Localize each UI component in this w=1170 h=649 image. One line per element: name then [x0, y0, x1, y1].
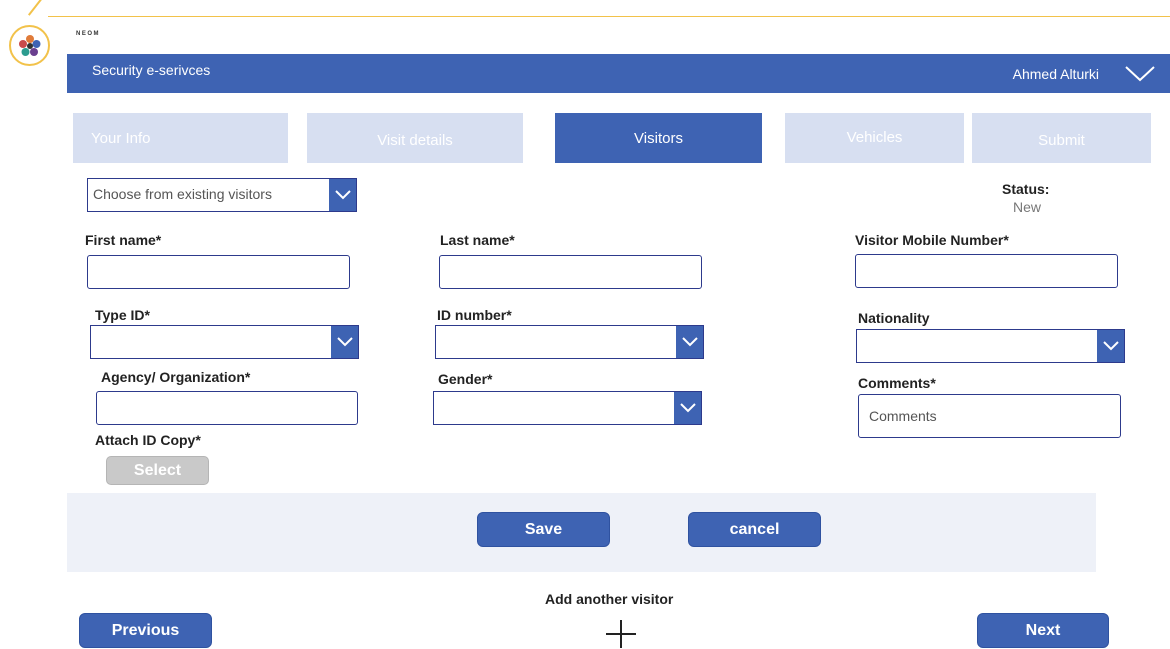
tab-label: Visitors: [634, 129, 683, 147]
tab-visitors[interactable]: Visitors: [555, 113, 762, 163]
chevron-down-icon[interactable]: [329, 179, 356, 211]
agency-label: Agency/ Organization*: [101, 369, 251, 385]
tab-label: Vehicles: [846, 128, 903, 146]
comments-placeholder: Comments: [869, 408, 937, 424]
app-header: Security e-serivces Ahmed Alturki: [67, 54, 1170, 93]
id-number-select[interactable]: [435, 325, 704, 359]
tab-visit-details[interactable]: Visit details: [307, 113, 523, 163]
chevron-down-icon[interactable]: [1124, 64, 1156, 89]
previous-button[interactable]: Previous: [79, 613, 212, 648]
tab-your-info[interactable]: Your Info: [73, 113, 288, 163]
top-divider: [48, 16, 1170, 17]
gender-select[interactable]: [433, 391, 702, 425]
nationality-label: Nationality: [858, 310, 930, 326]
brand-name: NEOM: [76, 31, 100, 37]
tab-label: Your Info: [91, 129, 151, 147]
type-id-select[interactable]: [90, 325, 359, 359]
chevron-down-icon[interactable]: [331, 326, 358, 358]
id-number-label: ID number*: [437, 307, 512, 323]
last-name-input[interactable]: [439, 255, 702, 289]
last-name-label: Last name*: [440, 232, 515, 248]
add-visitor-label: Add another visitor: [545, 591, 674, 607]
agency-input[interactable]: [96, 391, 358, 425]
status-label: Status:: [1002, 181, 1050, 197]
plus-icon[interactable]: [605, 619, 637, 649]
select-file-button[interactable]: Select: [106, 456, 209, 485]
decorative-line: [27, 0, 46, 16]
first-name-label: First name*: [85, 232, 162, 248]
chevron-down-icon[interactable]: [1097, 330, 1124, 362]
status-value: New: [1013, 199, 1042, 215]
existing-visitor-select[interactable]: Choose from existing visitors: [87, 178, 357, 212]
gender-label: Gender*: [438, 371, 493, 387]
existing-visitor-placeholder: Choose from existing visitors: [93, 186, 272, 202]
attach-id-label: Attach ID Copy*: [95, 432, 201, 448]
type-id-label: Type ID*: [95, 307, 150, 323]
first-name-input[interactable]: [87, 255, 350, 289]
comments-label: Comments*: [858, 375, 936, 391]
user-name[interactable]: Ahmed Alturki: [1013, 66, 1099, 82]
tab-submit[interactable]: Submit: [972, 113, 1151, 163]
tab-label: Visit details: [377, 131, 453, 149]
tab-vehicles[interactable]: Vehicles: [785, 113, 964, 163]
chevron-down-icon[interactable]: [674, 392, 701, 424]
comments-input[interactable]: Comments: [858, 394, 1121, 438]
tab-label: Submit: [1038, 131, 1085, 149]
nationality-select[interactable]: [856, 329, 1125, 363]
chevron-down-icon[interactable]: [676, 326, 703, 358]
app-title: Security e-serivces: [92, 62, 211, 78]
mobile-input[interactable]: [855, 254, 1118, 288]
cancel-button[interactable]: cancel: [688, 512, 821, 547]
mobile-label: Visitor Mobile Number*: [855, 232, 1009, 248]
neom-logo-icon: [9, 25, 50, 66]
next-button[interactable]: Next: [977, 613, 1109, 648]
save-button[interactable]: Save: [477, 512, 610, 547]
